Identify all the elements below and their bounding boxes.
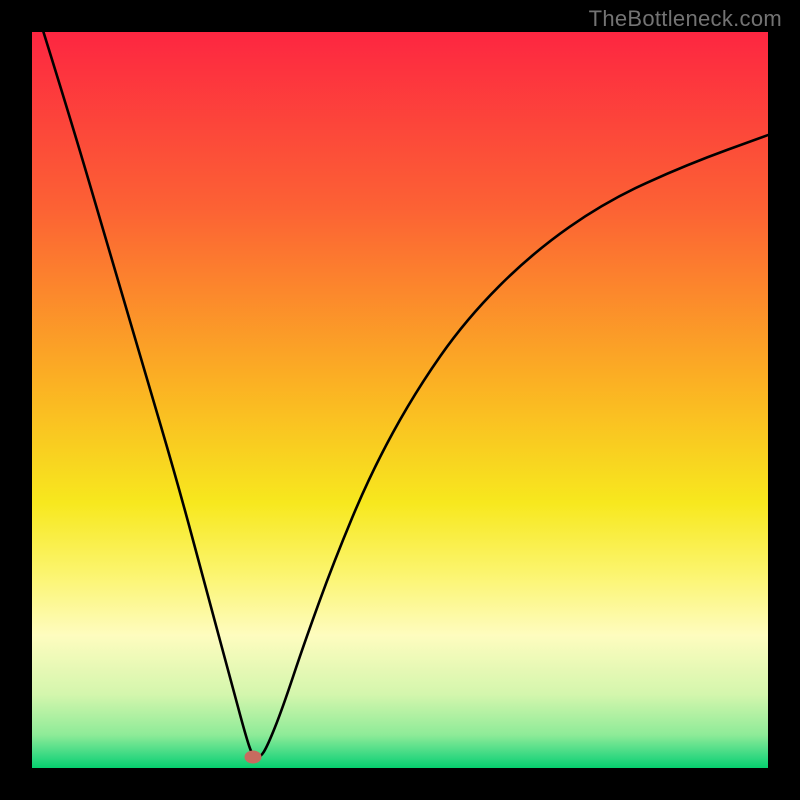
curve	[32, 32, 768, 768]
chart-frame: TheBottleneck.com	[0, 0, 800, 800]
plot-area	[32, 32, 768, 768]
min-point-marker	[244, 750, 261, 763]
watermark-text: TheBottleneck.com	[589, 6, 782, 32]
